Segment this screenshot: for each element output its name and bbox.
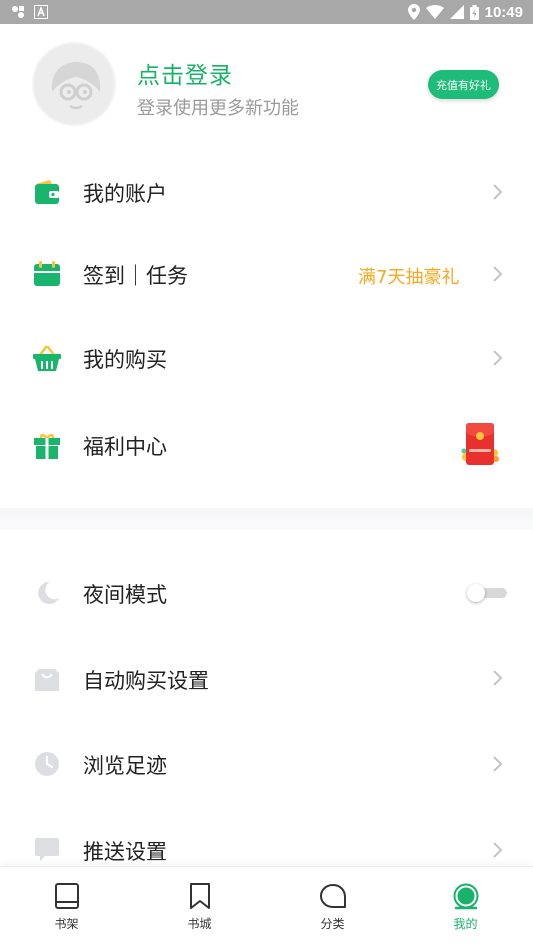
menu-item-welfare[interactable]: 福利中心 [0, 400, 533, 496]
menu-item-night-mode[interactable]: 夜间模式 [0, 552, 533, 634]
chevron-right-icon [493, 266, 503, 282]
menu-label-checkin: 签到｜任务 [83, 264, 188, 288]
wifi-icon [425, 5, 444, 19]
gift-icon [34, 433, 60, 459]
menu-label-night-mode: 夜间模式 [83, 583, 167, 607]
status-bar: 10:49 [0, 0, 533, 24]
profile-icon [453, 883, 478, 910]
signal-icon [449, 5, 464, 19]
menu-item-checkin[interactable]: 签到｜任务 满7天抽豪礼 [0, 234, 533, 316]
menu-label-push: 推送设置 [83, 840, 167, 864]
chevron-right-icon [493, 756, 503, 772]
tab-bookshelf[interactable]: 书架 [0, 867, 133, 947]
login-title[interactable]: 点击登录 [137, 56, 233, 90]
font-icon [34, 5, 48, 19]
bookmark-icon [189, 883, 210, 909]
recharge-button[interactable]: 充值有好礼 [428, 70, 499, 99]
menu-label-purchases: 我的购买 [83, 348, 167, 372]
tab-label-category: 分类 [320, 917, 345, 931]
menu-item-auto-buy[interactable]: 自动购买设置 [0, 634, 533, 720]
chevron-right-icon [493, 350, 503, 366]
bookshelf-icon [54, 883, 79, 909]
menu-item-account[interactable]: 我的账户 [0, 150, 533, 234]
status-time: 10:49 [484, 3, 523, 21]
default-avatar-icon [34, 44, 114, 124]
chevron-right-icon [493, 184, 503, 200]
chevron-right-icon [493, 842, 503, 858]
location-icon [407, 4, 420, 20]
checkin-promo-text: 满7天抽豪礼 [358, 267, 460, 288]
moon-icon [38, 581, 59, 604]
tab-label-bookshelf: 书架 [54, 917, 79, 931]
menu-label-auto-buy: 自动购买设置 [83, 669, 209, 693]
section-divider [0, 508, 533, 530]
menu-label-welfare: 福利中心 [83, 435, 167, 459]
message-icon [35, 838, 59, 861]
avatar[interactable] [32, 42, 116, 126]
battery-icon [469, 4, 479, 20]
wallet-icon [35, 180, 59, 204]
shopping-bag-icon [35, 669, 59, 691]
tab-profile[interactable]: 我的 [399, 867, 532, 947]
basket-icon [33, 345, 61, 371]
menu-label-account: 我的账户 [83, 182, 167, 206]
tab-category[interactable]: 分类 [266, 867, 399, 947]
red-envelope-icon [461, 423, 499, 465]
app-notification-icon [12, 6, 24, 18]
menu-item-purchases[interactable]: 我的购买 [0, 316, 533, 400]
bottom-tab-bar: 书架 书城 分类 我的 [0, 866, 533, 947]
tab-label-profile: 我的 [453, 917, 478, 931]
calendar-icon [34, 261, 60, 286]
menu-item-push[interactable]: 推送设置 [0, 806, 533, 866]
toggle-knob [467, 584, 485, 602]
clock-icon [35, 752, 59, 776]
night-mode-toggle[interactable] [467, 584, 509, 602]
menu-item-history[interactable]: 浏览足迹 [0, 720, 533, 806]
chevron-right-icon [493, 670, 503, 686]
category-icon [319, 884, 346, 908]
profile-header[interactable]: 点击登录 登录使用更多新功能 充值有好礼 [0, 24, 533, 152]
login-subtitle: 登录使用更多新功能 [137, 98, 299, 119]
tab-bookstore[interactable]: 书城 [133, 867, 266, 947]
menu-label-history: 浏览足迹 [83, 754, 167, 778]
tab-label-bookstore: 书城 [187, 917, 212, 931]
